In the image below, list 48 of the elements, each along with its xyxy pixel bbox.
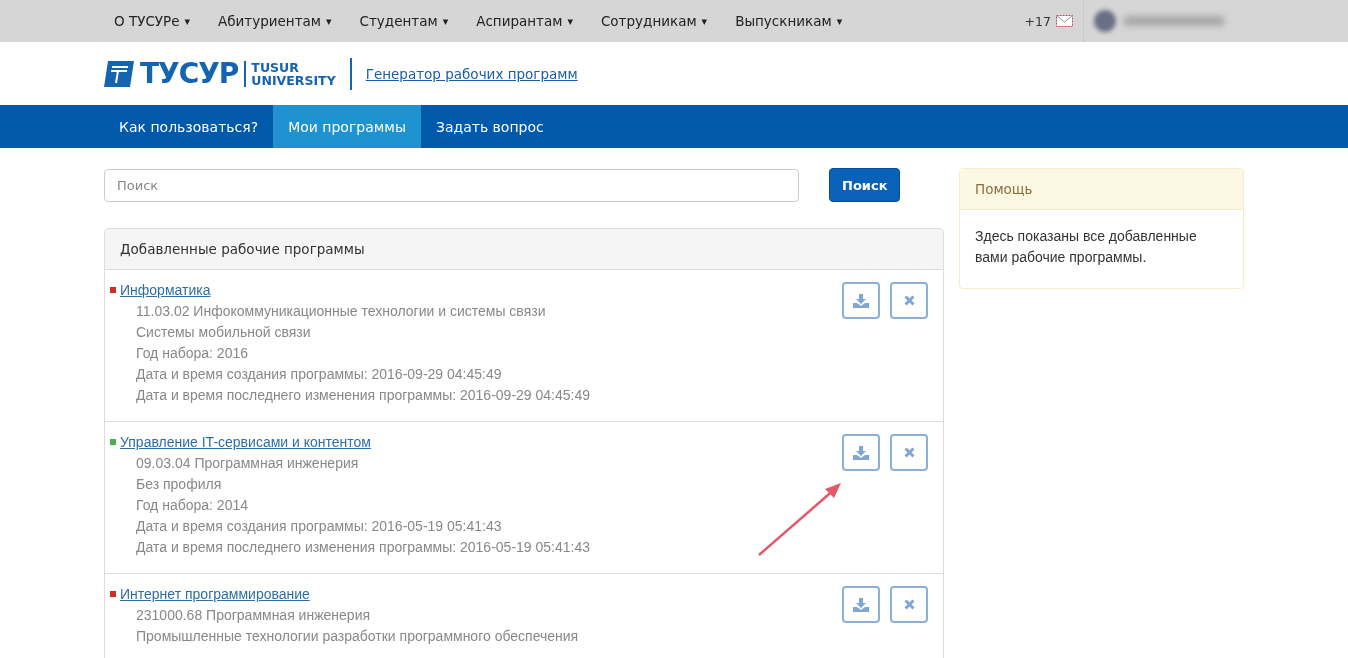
program-detail: 09.03.04 Программная инженерия [136,455,360,471]
program-detail: Дата и время последнего изменения программы: 2016-09-29 04:45:49 [136,387,591,403]
program-link[interactable]: Управление IT-сервисами и контентом [120,434,371,450]
envelope-icon [1056,15,1073,27]
top-menu-item[interactable]: Сотрудникам ▾ [600,13,708,29]
blurred-username[interactable] [1124,16,1224,26]
search-button[interactable]: Поиск [829,168,901,202]
nav-tab[interactable]: Задать вопрос [420,105,559,148]
close-icon [903,295,915,306]
messages-link[interactable]: +17 [1024,13,1073,29]
logo-text: ТУСУР [140,59,239,88]
download-icon [853,293,869,308]
top-menu-item[interactable]: Студентам ▾ [359,13,449,29]
delete-button[interactable] [890,586,928,623]
logo-subtitle: TUSUR UNIVERSITY [244,60,336,87]
program-link[interactable]: Интернет программирование [120,586,310,602]
program-detail: Дата и время последнего изменения программы: 2016-05-19 05:41:43 [136,539,591,555]
download-button[interactable] [842,434,880,471]
top-menu-item[interactable]: Аспирантам ▾ [476,13,573,29]
close-icon [903,447,915,458]
logo-emblem-icon [104,60,134,87]
program-detail: Системы мобильной связи [136,324,312,340]
site-title-link[interactable]: Генератор рабочих программ [365,65,578,82]
download-button[interactable] [842,586,880,623]
program-detail: Год набора: 2014 [136,497,249,513]
top-menu-item[interactable]: Абитуриентам ▾ [218,13,332,29]
download-icon [853,445,869,460]
program-detail: Без профиля [136,476,223,492]
program-link[interactable]: Информатика [120,282,211,298]
help-text: Здесь показаны все добавленные вами рабочие программы. [974,227,1198,267]
delete-button[interactable] [890,282,928,319]
search-field[interactable]: Поиск [104,168,799,202]
panel-heading: Добавленные рабочие программы [105,229,943,270]
program-detail: 11.03.02 Инфокоммуникационные технологии и системы связи [136,303,547,319]
program-detail: Промышленные технологии разработки программного обеспечения [136,628,580,644]
program-detail: Дата и время создания программы: 2016-05-19 05:41:43 [136,518,503,534]
avatar-placeholder[interactable] [1094,10,1116,32]
program-detail: Год набора: 2016 [136,345,249,361]
program-detail: Дата и время создания программы: 2016-09-29 04:45:49 [136,366,503,382]
close-icon [903,599,915,610]
download-icon [853,597,869,612]
program-detail: 231000.68 Программная инженерия [136,607,372,623]
delete-button[interactable] [890,434,928,471]
nav-tab[interactable]: Как пользоваться? [104,105,274,148]
top-menu-item[interactable]: О ТУСУРе ▾ [114,13,191,29]
top-menu-item[interactable]: Выпускникам ▾ [735,13,843,29]
download-button[interactable] [842,282,880,319]
help-heading: Помощь [960,169,1243,210]
